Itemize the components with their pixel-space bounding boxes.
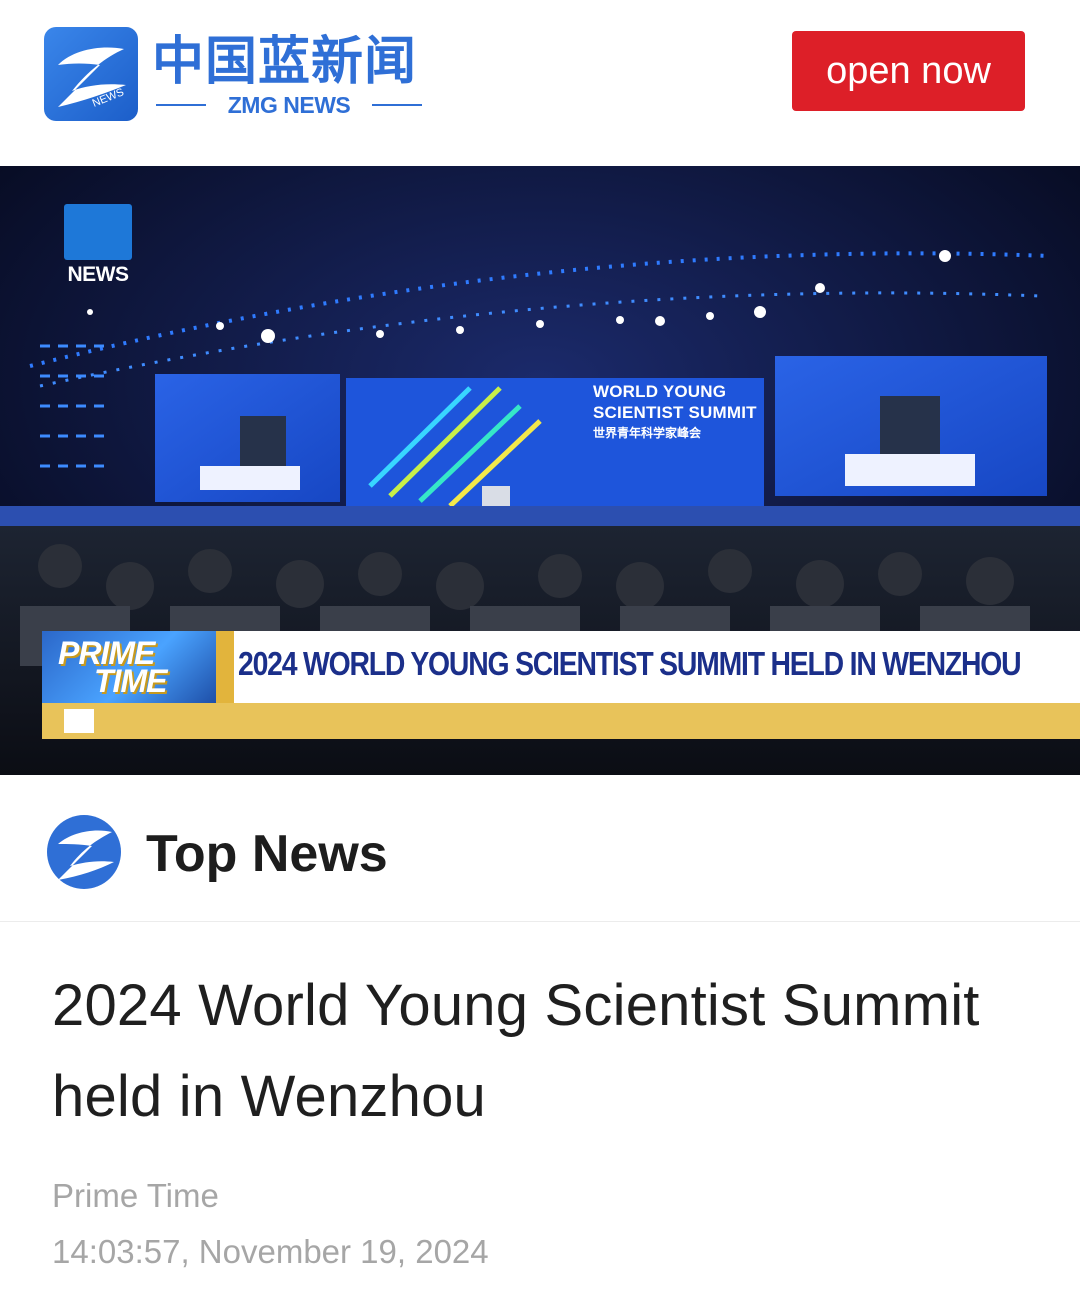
channel-logo-icon bbox=[64, 204, 132, 260]
section-title: Top News bbox=[146, 825, 388, 883]
brand-name-chinese: 中国蓝新闻 bbox=[152, 32, 418, 92]
lower-third-ticker bbox=[42, 703, 1080, 739]
hero-video-frame[interactable]: NEWS WORLD YOUNG SCIENTIST SUMMIT 世界青年科学… bbox=[0, 166, 1080, 775]
section-header: Top News bbox=[0, 776, 1080, 922]
app-header: NEWS 中国蓝新闻 ZMG NEWS open now bbox=[0, 0, 1080, 166]
channel-news-badge: NEWS bbox=[64, 204, 132, 292]
open-now-button[interactable]: open now bbox=[792, 31, 1025, 111]
lower-third-headline: 2024 WORLD YOUNG SCIENTIST SUMMIT HELD I… bbox=[238, 645, 1022, 682]
channel-badge-label: NEWS bbox=[67, 263, 130, 286]
zmg-news-logo-icon: NEWS bbox=[44, 27, 138, 121]
article-source[interactable]: Prime Time bbox=[52, 1178, 219, 1214]
divider bbox=[372, 104, 422, 106]
stage-title-line2: SCIENTIST SUMMIT bbox=[593, 403, 757, 422]
divider bbox=[156, 104, 206, 106]
article-headline: 2024 World Young Scientist Summit held i… bbox=[52, 973, 980, 1129]
brand-name-english: ZMG NEWS bbox=[227, 92, 351, 118]
article-timestamp: 14:03:57, November 19, 2024 bbox=[52, 1233, 489, 1270]
stage-title-line1: WORLD YOUNG bbox=[593, 382, 727, 401]
lower-third-accent bbox=[216, 631, 234, 703]
zmg-news-round-logo-icon bbox=[47, 815, 121, 889]
ticker-logo-icon bbox=[64, 709, 94, 733]
prime-time-logo: PRIME TIME bbox=[42, 631, 216, 703]
stage-screen-title: WORLD YOUNG SCIENTIST SUMMIT bbox=[593, 381, 757, 423]
brand-subtitle: ZMG NEWS bbox=[156, 92, 422, 118]
stage-screen-title-cn: 世界青年科学家峰会 bbox=[593, 426, 702, 440]
prime-time-logo-line2: TIME bbox=[94, 663, 167, 699]
lower-third-caption: PRIME TIME 2024 WORLD YOUNG SCIENTIST SU… bbox=[42, 631, 1080, 739]
